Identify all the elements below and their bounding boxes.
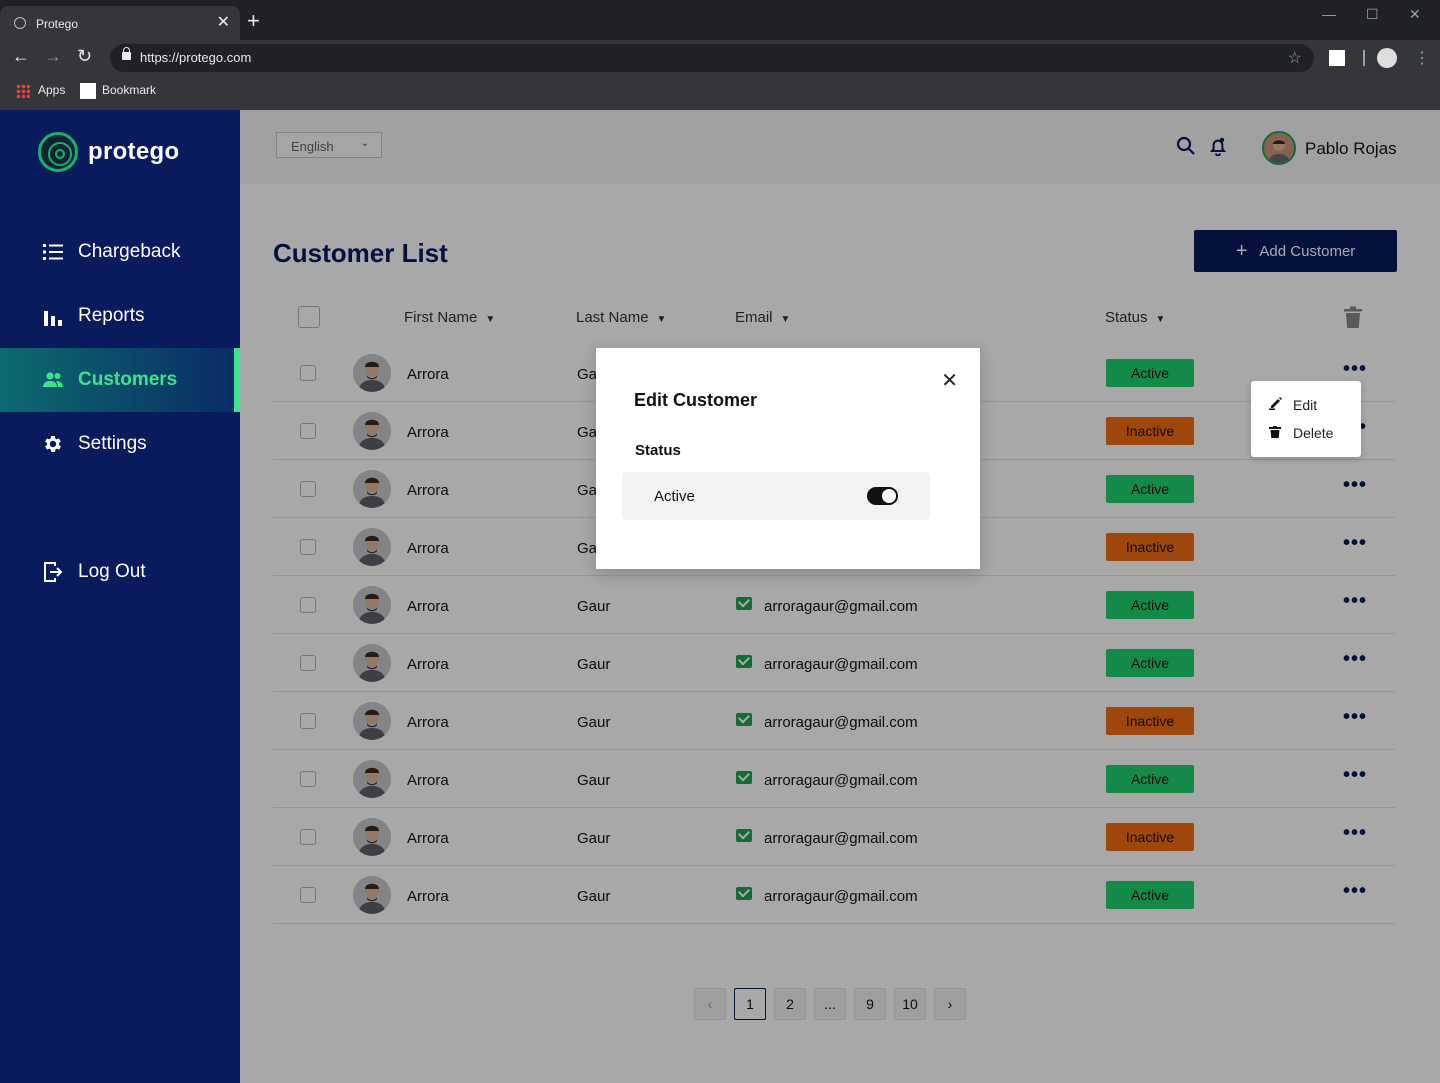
status-toggle[interactable]	[867, 487, 898, 505]
bookmark-page-icon	[80, 83, 96, 99]
forward-icon[interactable]: →	[44, 46, 62, 67]
logout-label: Log Out	[78, 561, 146, 582]
menu-item-edit[interactable]: Edit	[1269, 396, 1317, 413]
tab-strip: Protego ✕ + — ☐ ✕	[0, 0, 1440, 40]
menu-item-label: Edit	[1293, 396, 1318, 413]
modal-backdrop[interactable]	[240, 110, 1440, 1083]
sidebar-item-customers[interactable]: Customers	[0, 348, 240, 412]
lock-icon	[122, 47, 131, 60]
sidebar-item-label: Customers	[78, 369, 178, 390]
url-text: https://protego.com	[140, 50, 252, 65]
sidebar-item-label: Chargeback	[78, 241, 181, 262]
edit-customer-modal: ✕ Edit Customer Status Active	[596, 348, 980, 569]
bookmark-item[interactable]: Bookmark	[80, 83, 156, 99]
toolbar-divider	[1363, 50, 1365, 66]
logout-button[interactable]: Log Out	[0, 540, 240, 604]
bookmark-label: Bookmark	[102, 83, 157, 98]
maximize-icon[interactable]: ☐	[1366, 6, 1379, 23]
sidebar-item-label: Reports	[78, 305, 145, 326]
browser-tab[interactable]: Protego ✕	[0, 6, 240, 40]
close-window-icon[interactable]: ✕	[1409, 6, 1421, 23]
close-tab-icon[interactable]: ✕	[217, 12, 230, 32]
logo-text: protego	[88, 138, 180, 165]
sidebar-item-label: Settings	[78, 433, 147, 454]
pencil-icon	[1269, 396, 1283, 413]
profile-icon[interactable]	[1377, 48, 1397, 68]
logout-icon	[42, 561, 64, 583]
bookmark-apps[interactable]: Apps	[16, 83, 65, 98]
apps-grid-icon	[16, 83, 30, 98]
list-icon	[42, 241, 64, 263]
browser-chrome: Protego ✕ + — ☐ ✕ ← → ↻ https://protego.…	[0, 0, 1440, 110]
address-bar[interactable]: https://protego.com ☆	[110, 44, 1314, 72]
status-value: Active	[654, 488, 695, 505]
close-icon[interactable]: ✕	[941, 368, 958, 393]
minimize-icon[interactable]: —	[1322, 6, 1336, 22]
logo-mark-icon	[38, 132, 78, 172]
status-field: Active	[622, 472, 930, 520]
reload-icon[interactable]: ↻	[77, 46, 92, 67]
menu-item-label: Delete	[1293, 425, 1334, 441]
tab-title: Protego	[36, 17, 79, 31]
new-tab-icon[interactable]: +	[247, 10, 260, 32]
browser-menu-icon[interactable]: ⋮	[1414, 48, 1430, 68]
trash-icon	[1269, 425, 1283, 441]
gear-icon	[42, 433, 64, 455]
sidebar-item-chargeback[interactable]: Chargeback	[0, 220, 240, 284]
sidebar-item-reports[interactable]: Reports	[0, 284, 240, 348]
sidebar: protego Chargeback Reports Customers Set…	[0, 110, 240, 1083]
logo[interactable]: protego	[38, 132, 179, 172]
sidebar-item-settings[interactable]: Settings	[0, 412, 240, 476]
menu-item-delete[interactable]: Delete	[1269, 425, 1333, 441]
bar-chart-icon	[42, 305, 64, 327]
nav-row: ← → ↻ https://protego.com ☆	[0, 40, 1440, 76]
row-action-menu: Edit Delete	[1251, 381, 1361, 457]
bookmark-apps-label: Apps	[38, 83, 66, 97]
bookmark-star-icon[interactable]: ☆	[1288, 48, 1302, 68]
favicon-icon	[14, 17, 26, 29]
status-field-label: Status	[635, 442, 681, 459]
modal-title: Edit Customer	[634, 390, 758, 410]
extension-icon[interactable]	[1329, 50, 1345, 66]
back-icon[interactable]: ←	[12, 46, 30, 67]
users-icon	[42, 369, 64, 391]
